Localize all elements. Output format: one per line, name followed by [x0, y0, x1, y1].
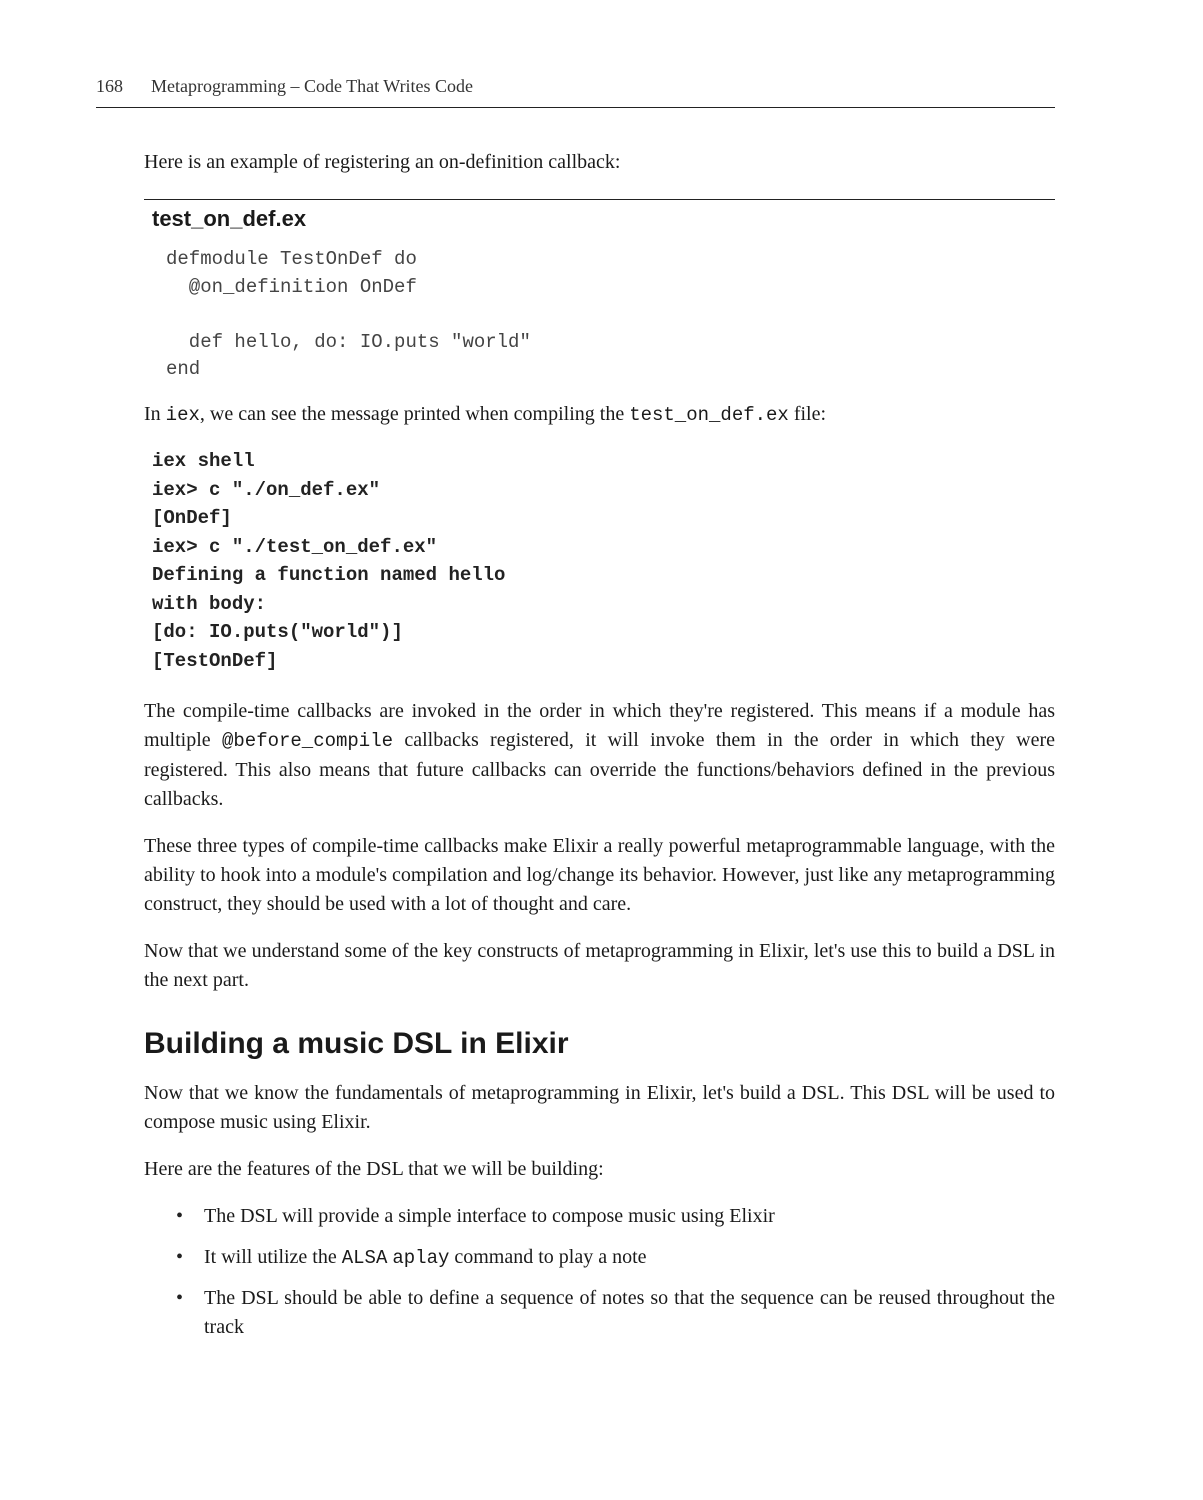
dsl-intro-paragraph: Now that we know the fundamentals of met… — [144, 1079, 1055, 1137]
list-item: The DSL should be able to define a seque… — [176, 1284, 1055, 1342]
callbacks-power-paragraph: These three types of compile-time callba… — [144, 832, 1055, 919]
inline-code-before-compile: @before_compile — [222, 730, 393, 752]
chapter-title: Metaprogramming – Code That Writes Code — [151, 76, 473, 97]
dsl-features-intro: Here are the features of the DSL that we… — [144, 1155, 1055, 1184]
feature-list: The DSL will provide a simple interface … — [176, 1202, 1055, 1343]
text-fragment: command to play a note — [449, 1246, 646, 1268]
inline-code-aplay: aplay — [392, 1247, 449, 1269]
inline-code-alsa: ALSA — [342, 1247, 388, 1269]
text-fragment: , we can see the message printed when co… — [200, 403, 629, 425]
text-fragment: In — [144, 403, 166, 425]
code-block-iex-session: iex shell iex> c "./on_def.ex" [OnDef] i… — [152, 447, 1055, 675]
page-number: 168 — [96, 76, 123, 97]
code-filename: test_on_def.ex — [152, 206, 1055, 232]
iex-intro-paragraph: In iex, we can see the message printed w… — [144, 400, 1055, 430]
inline-code-filename: test_on_def.ex — [629, 404, 789, 426]
transition-paragraph: Now that we understand some of the key c… — [144, 937, 1055, 995]
code-block-module: defmodule TestOnDef do @on_definition On… — [166, 246, 1055, 384]
text-fragment: It will utilize the — [204, 1246, 342, 1268]
section-heading-dsl: Building a music DSL in Elixir — [144, 1027, 1055, 1061]
page-container: 168 Metaprogramming – Code That Writes C… — [0, 0, 1203, 1436]
inline-code-iex: iex — [166, 404, 200, 426]
page-header: 168 Metaprogramming – Code That Writes C… — [96, 76, 1055, 97]
code-section-rule — [144, 199, 1055, 200]
text-fragment: file: — [789, 403, 826, 425]
list-item: The DSL will provide a simple interface … — [176, 1202, 1055, 1231]
callbacks-order-paragraph: The compile-time callbacks are invoked i… — [144, 697, 1055, 814]
list-item: It will utilize the ALSA aplay command t… — [176, 1243, 1055, 1273]
header-rule — [96, 107, 1055, 108]
intro-paragraph: Here is an example of registering an on-… — [144, 148, 1055, 177]
